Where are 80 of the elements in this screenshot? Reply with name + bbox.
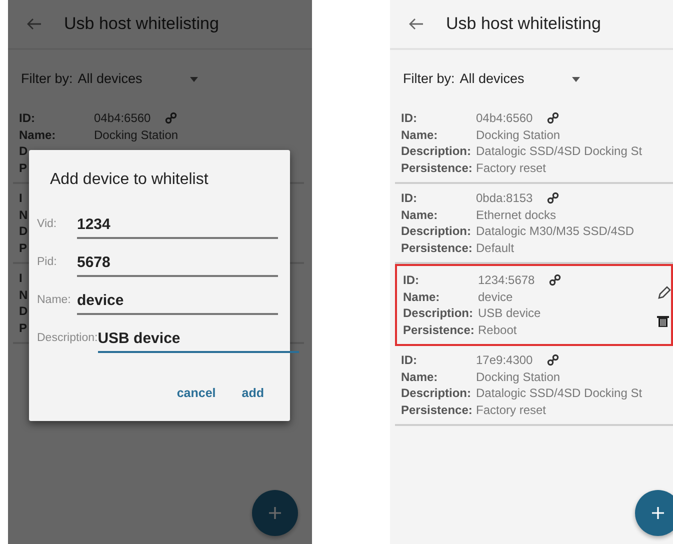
device-entry[interactable]: ID: 17e9:4300 Name: Docking Station Description: Datalogic SSD/4SD Docking St Persistence: Factory reset	[395, 346, 673, 426]
input-field[interactable]: device	[77, 287, 278, 315]
field-value: Datalogic M30/M35 SSD/4SD	[476, 223, 634, 240]
field-label: I	[19, 190, 22, 206]
field-value: 1234:5678	[478, 272, 535, 288]
field-label: Description:	[401, 143, 472, 160]
dialog-button[interactable]: add	[242, 384, 264, 403]
field-label: ID:	[19, 110, 35, 126]
device-entry[interactable]: ID: 1234:5678 Name: device Description: USB device Persistence: Reboot	[395, 264, 673, 346]
field-value: 04b4:6560	[94, 110, 151, 126]
field-label: P	[19, 240, 28, 256]
trash-icon[interactable]	[657, 314, 669, 327]
dialog-button[interactable]: cancel	[176, 384, 216, 403]
input-field[interactable]: 5678	[77, 249, 278, 277]
screen-title: Usb host whitelisting	[64, 13, 219, 36]
dropdown-caret-icon	[190, 76, 198, 82]
field-value: Factory reset	[476, 160, 546, 176]
field-label: I	[19, 270, 22, 286]
field-value: Datalogic SSD/4SD Docking St	[476, 385, 642, 402]
field-label: Description:	[401, 385, 472, 402]
field-label: Name:	[401, 206, 438, 223]
field-value: Docking Station	[94, 126, 178, 143]
link-icon	[548, 274, 561, 286]
field-label: Persistence:	[403, 322, 474, 338]
field-label: Persistence:	[401, 402, 472, 418]
filter-label: Filter by:	[21, 70, 73, 88]
input-label: Vid:	[37, 217, 58, 232]
add-button[interactable]	[252, 490, 298, 536]
field-value: 04b4:6560	[476, 110, 533, 126]
field-label: ID:	[403, 272, 419, 288]
field-value: Docking Station	[476, 126, 560, 143]
field-value: device	[478, 288, 513, 305]
device-entry[interactable]: ID: 0bda:8153 Name: Ethernet docks Description: Datalogic M30/M35 SSD/4SD Persistence: Default	[395, 184, 673, 264]
field-label: Persistence:	[401, 240, 472, 256]
field-value: Datalogic SSD/4SD Docking St	[476, 143, 642, 160]
field-label: D	[19, 223, 28, 240]
field-label: D	[19, 143, 28, 160]
add-button[interactable]	[635, 490, 673, 536]
dropdown-caret-icon	[572, 76, 580, 82]
link-icon	[546, 354, 559, 366]
pencil-icon[interactable]	[657, 286, 671, 300]
input-field[interactable]: 1234	[77, 211, 278, 239]
field-label: Persistence:	[401, 160, 472, 176]
field-label: D	[19, 303, 28, 320]
field-label: N	[19, 286, 28, 303]
filter-label: Filter by:	[403, 70, 455, 88]
field-value: Default	[476, 240, 514, 256]
plus-icon	[268, 506, 282, 520]
field-label: ID:	[401, 110, 417, 126]
input-label: Description:	[37, 331, 98, 346]
field-label: Name:	[19, 126, 56, 143]
link-icon	[164, 112, 177, 124]
field-label: Name:	[401, 368, 438, 385]
screen-title: Usb host whitelisting	[446, 13, 601, 36]
field-label: P	[19, 160, 28, 176]
field-value: Reboot	[478, 322, 517, 338]
field-value: Factory reset	[476, 402, 546, 418]
field-value: 0bda:8153	[476, 190, 533, 206]
filter-dropdown[interactable]: All devices	[460, 68, 580, 90]
field-label: N	[19, 206, 28, 223]
link-icon	[546, 192, 559, 204]
field-label: Description:	[403, 305, 474, 322]
device-entry[interactable]: ID: 04b4:6560 Name: Docking Station Description: Datalogic SSD/4SD Docking St Persistence: Factory reset	[395, 104, 673, 184]
input-label: Pid:	[37, 255, 58, 270]
input-label: Name:	[37, 293, 72, 308]
input-field[interactable]: USB device	[98, 325, 299, 353]
field-value: 17e9:4300	[476, 352, 533, 368]
field-label: ID:	[401, 190, 417, 206]
plus-icon	[651, 506, 665, 520]
link-icon	[546, 112, 559, 124]
field-value: Ethernet docks	[476, 206, 556, 223]
field-label: ID:	[401, 352, 417, 368]
back-arrow-icon[interactable]	[408, 18, 424, 30]
field-value: USB device	[478, 305, 541, 322]
field-label: P	[19, 320, 28, 336]
field-value: Docking Station	[476, 368, 560, 385]
field-label: Name:	[403, 288, 440, 305]
field-label: Name:	[401, 126, 438, 143]
field-label: Description:	[401, 223, 472, 240]
back-arrow-icon[interactable]	[26, 18, 42, 30]
